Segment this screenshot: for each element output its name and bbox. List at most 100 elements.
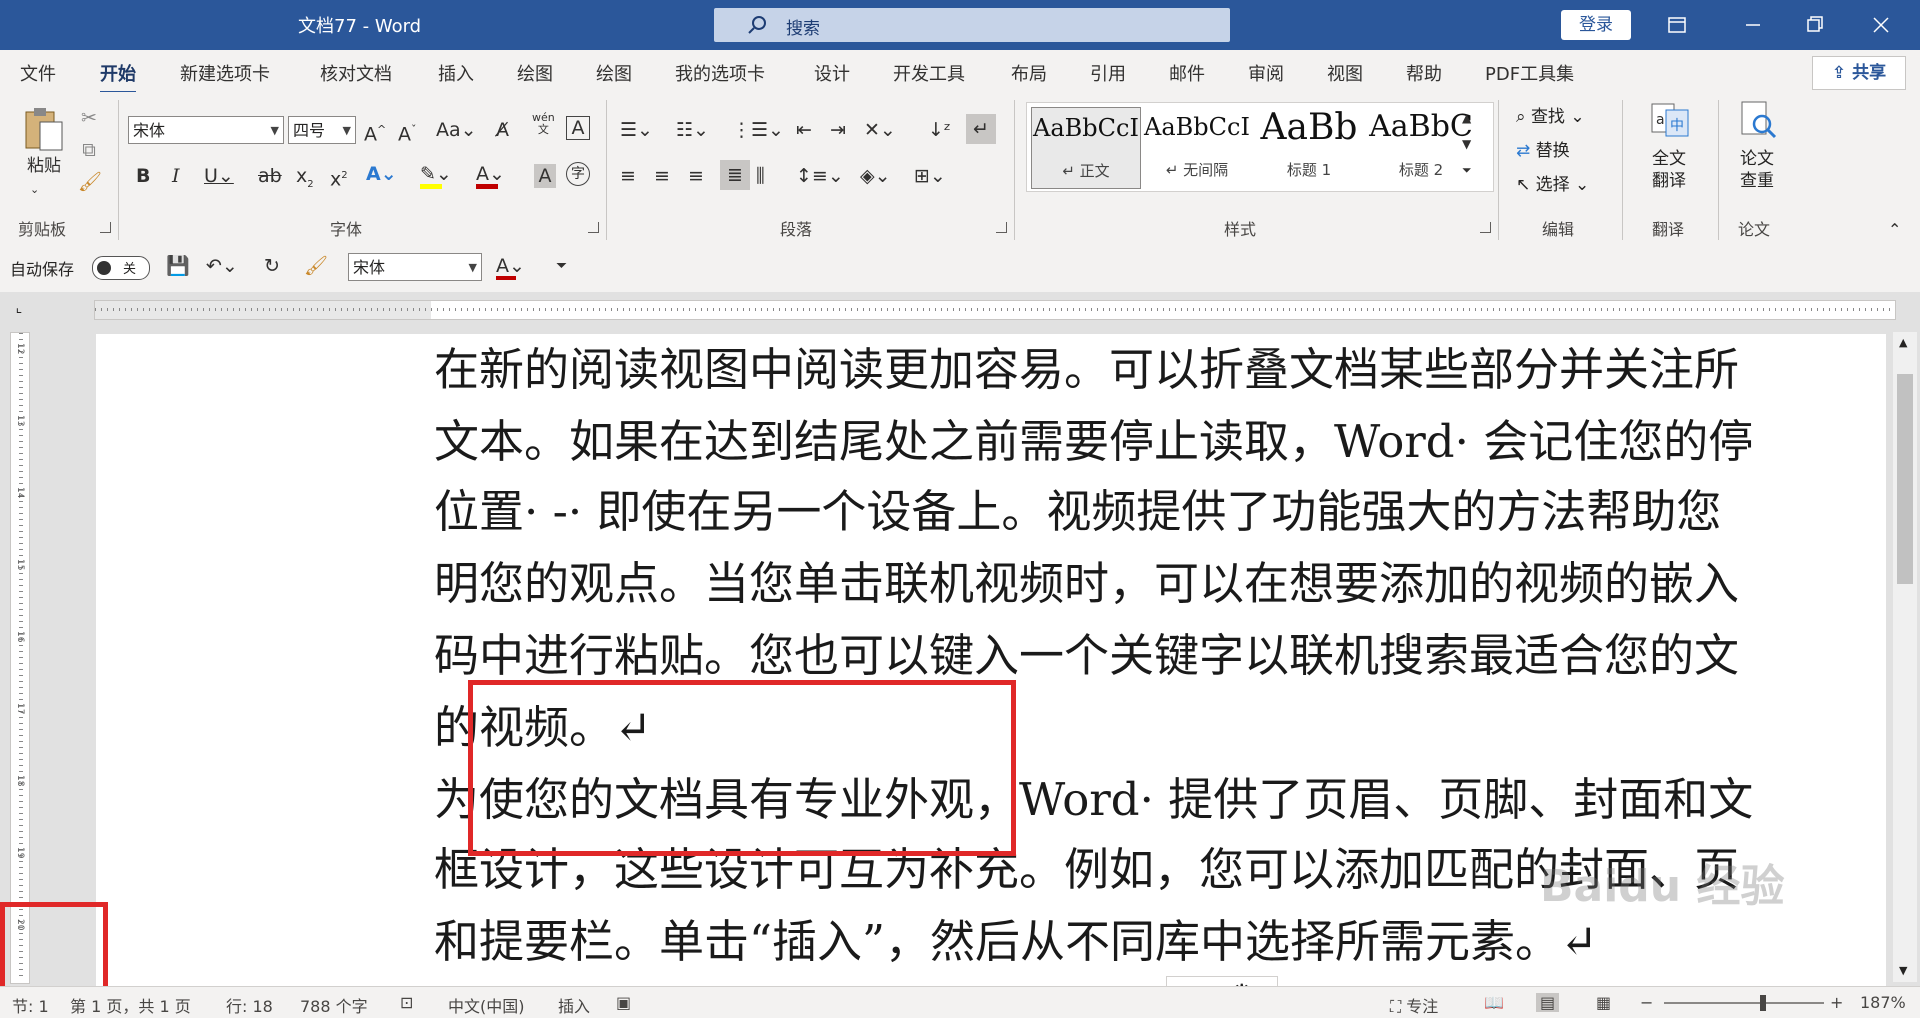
scroll-up-icon[interactable]: ▲ — [1899, 336, 1907, 349]
tab-pdf-tools[interactable]: PDF工具集 — [1485, 60, 1574, 86]
align-right-icon[interactable]: ≡ — [688, 164, 704, 188]
format-painter-icon[interactable]: 🖌 — [78, 170, 102, 194]
font-launcher-icon[interactable] — [588, 222, 599, 233]
scroll-down-icon[interactable]: ▼ — [1899, 964, 1907, 977]
save-icon[interactable]: 💾 — [166, 254, 190, 278]
font-color-icon[interactable]: A⌄ — [476, 162, 505, 189]
zoom-level[interactable]: 187% — [1860, 993, 1906, 1012]
enclose-characters-icon[interactable]: 字 — [566, 162, 590, 186]
section-indicator[interactable]: 节: 1 — [12, 993, 49, 1017]
line-indicator[interactable]: 行: 18 — [226, 993, 273, 1017]
character-shading-icon[interactable]: A — [534, 164, 556, 188]
shrink-font-icon[interactable]: Aˇ — [398, 118, 417, 146]
full-translate-button[interactable]: a 中 全文 翻译 — [1642, 100, 1696, 220]
qat-font-dropdown[interactable]: 宋体 ▼ — [348, 253, 482, 281]
show-marks-icon[interactable]: ↵ — [966, 114, 996, 144]
underline-icon[interactable]: U⌄ — [204, 164, 234, 188]
tab-design[interactable]: 设计 — [814, 60, 850, 86]
style-heading-2[interactable]: AaBbC 标题 2 — [1367, 107, 1475, 187]
styles-scroll-down-icon[interactable]: ▼ — [1462, 132, 1471, 156]
font-size-dropdown[interactable]: 四号 ▼ — [288, 116, 356, 144]
tab-references[interactable]: 引用 — [1090, 60, 1126, 86]
tab-home[interactable]: 开始 — [100, 60, 136, 94]
macro-icon[interactable]: ▣ — [616, 993, 631, 1012]
text-line[interactable]: 位置· -· 即使在另一个设备上。视频提供了功能强大的方法帮助您 — [434, 484, 1721, 540]
share-button[interactable]: ⇪ 共享 — [1812, 56, 1906, 90]
sort-icon[interactable]: ↓ᶻ — [928, 118, 951, 142]
redo-icon[interactable]: ↻ — [264, 254, 280, 278]
insert-mode[interactable]: 插入 — [558, 993, 590, 1017]
chinese-layout-icon[interactable]: ✕⌄ — [864, 118, 896, 142]
text-line[interactable]: 码中进行粘贴。您也可以键入一个关键字以联机搜索最适合您的文 — [434, 628, 1739, 684]
tab-draw[interactable]: 绘图 — [517, 60, 553, 86]
style-heading-1[interactable]: AaBb 标题 1 — [1255, 107, 1363, 187]
styles-launcher-icon[interactable] — [1480, 222, 1491, 233]
text-effects-icon[interactable]: A⌄ — [366, 162, 397, 186]
tab-help[interactable]: 帮助 — [1406, 60, 1442, 86]
style-no-spacing[interactable]: AaBbCcI ↵ 无间隔 — [1143, 107, 1251, 187]
font-name-dropdown[interactable]: 宋体 ▼ — [128, 116, 284, 144]
increase-indent-icon[interactable]: ⇥ — [830, 118, 846, 142]
zoom-in-icon[interactable]: + — [1830, 993, 1843, 1012]
character-border-icon[interactable]: A — [566, 116, 590, 140]
text-line[interactable]: 和提要栏。单击“插入”，然后从不同库中选择所需元素。↵ — [434, 914, 1598, 970]
justify-icon[interactable]: ≣ — [720, 160, 750, 190]
replace-button[interactable]: ⇄ 替换 — [1516, 136, 1570, 161]
read-mode-icon[interactable]: 📖 — [1484, 993, 1504, 1012]
align-left-icon[interactable]: ≡ — [620, 164, 636, 188]
cut-icon[interactable]: ✂ — [78, 106, 100, 130]
collapse-ribbon-icon[interactable]: ⌃ — [1888, 218, 1901, 242]
superscript-icon[interactable]: x2 — [330, 164, 348, 191]
italic-icon[interactable]: I — [172, 164, 180, 188]
styles-more-icon[interactable]: ⏷ — [1462, 158, 1472, 182]
vertical-scrollbar[interactable]: ▲ ▼ — [1893, 332, 1917, 982]
style-normal[interactable]: AaBbCcI ↵ 正文 — [1031, 107, 1141, 189]
tab-draw-2[interactable]: 绘图 — [596, 60, 632, 86]
phonetic-guide-icon[interactable]: wén 文 — [532, 112, 555, 136]
close-icon[interactable] — [1866, 10, 1896, 40]
zoom-out-icon[interactable]: − — [1640, 993, 1653, 1012]
tab-layout[interactable]: 布局 — [1011, 60, 1047, 86]
tab-insert[interactable]: 插入 — [438, 60, 474, 86]
change-case-icon[interactable]: Aa⌄ — [436, 118, 477, 142]
format-painter-icon[interactable]: 🖌 — [304, 254, 328, 278]
qat-font-color-icon[interactable]: A⌄ — [496, 254, 525, 280]
bullets-icon[interactable]: ☰⌄ — [620, 118, 653, 142]
strikethrough-icon[interactable]: ab — [258, 164, 282, 188]
text-line[interactable]: 在新的阅读视图中阅读更加容易。可以折叠文档某些部分并关注所 — [434, 342, 1739, 398]
page-indicator[interactable]: 第 1 页，共 1 页 — [70, 993, 191, 1017]
zoom-slider-thumb[interactable] — [1760, 995, 1766, 1011]
web-layout-icon[interactable]: ▦ — [1596, 993, 1611, 1012]
tab-selector-icon[interactable]: ⌞ — [10, 300, 28, 318]
ribbon-display-options-icon[interactable] — [1662, 10, 1692, 40]
tab-new-tab[interactable]: 新建选项卡 — [180, 60, 270, 86]
language-indicator[interactable]: 中文(中国) — [448, 993, 525, 1017]
proofing-icon[interactable]: ⊡ — [400, 993, 413, 1012]
bold-icon[interactable]: B — [136, 164, 150, 188]
print-layout-icon[interactable]: ▤ — [1536, 993, 1560, 1012]
tab-my-tab[interactable]: 我的选项卡 — [675, 60, 765, 86]
tab-mailings[interactable]: 邮件 — [1169, 60, 1205, 86]
scroll-thumb[interactable] — [1897, 374, 1913, 584]
focus-mode-button[interactable]: ⛶ 专注 — [1390, 993, 1438, 1017]
undo-icon[interactable]: ↶⌄ — [206, 254, 238, 278]
align-center-icon[interactable]: ≡ — [654, 164, 670, 188]
borders-icon[interactable]: ⊞⌄ — [914, 164, 946, 188]
restore-icon[interactable] — [1800, 10, 1830, 40]
zoom-slider[interactable] — [1664, 995, 1824, 1011]
decrease-indent-icon[interactable]: ⇤ — [796, 118, 812, 142]
tab-review[interactable]: 审阅 — [1248, 60, 1284, 86]
tab-file[interactable]: 文件 — [20, 60, 56, 86]
styles-scroll-up-icon[interactable]: ▲ — [1462, 106, 1471, 130]
grow-font-icon[interactable]: A^ — [364, 118, 386, 146]
clipboard-launcher-icon[interactable] — [100, 222, 111, 233]
horizontal-ruler[interactable] — [94, 300, 1896, 320]
minimize-icon[interactable] — [1738, 10, 1768, 40]
text-line[interactable]: 明您的观点。当您单击联机视频时，可以在想要添加的视频的嵌入 — [434, 556, 1739, 612]
select-button[interactable]: ↖ 选择 ⌄ — [1516, 170, 1589, 195]
distributed-icon[interactable]: ⫼ — [756, 164, 765, 188]
word-count[interactable]: 788 个字 — [300, 993, 368, 1017]
multilevel-list-icon[interactable]: ⋮☰⌄ — [732, 118, 784, 142]
paste-icon[interactable] — [22, 104, 66, 154]
shading-icon[interactable]: ◈⌄ — [860, 164, 891, 188]
